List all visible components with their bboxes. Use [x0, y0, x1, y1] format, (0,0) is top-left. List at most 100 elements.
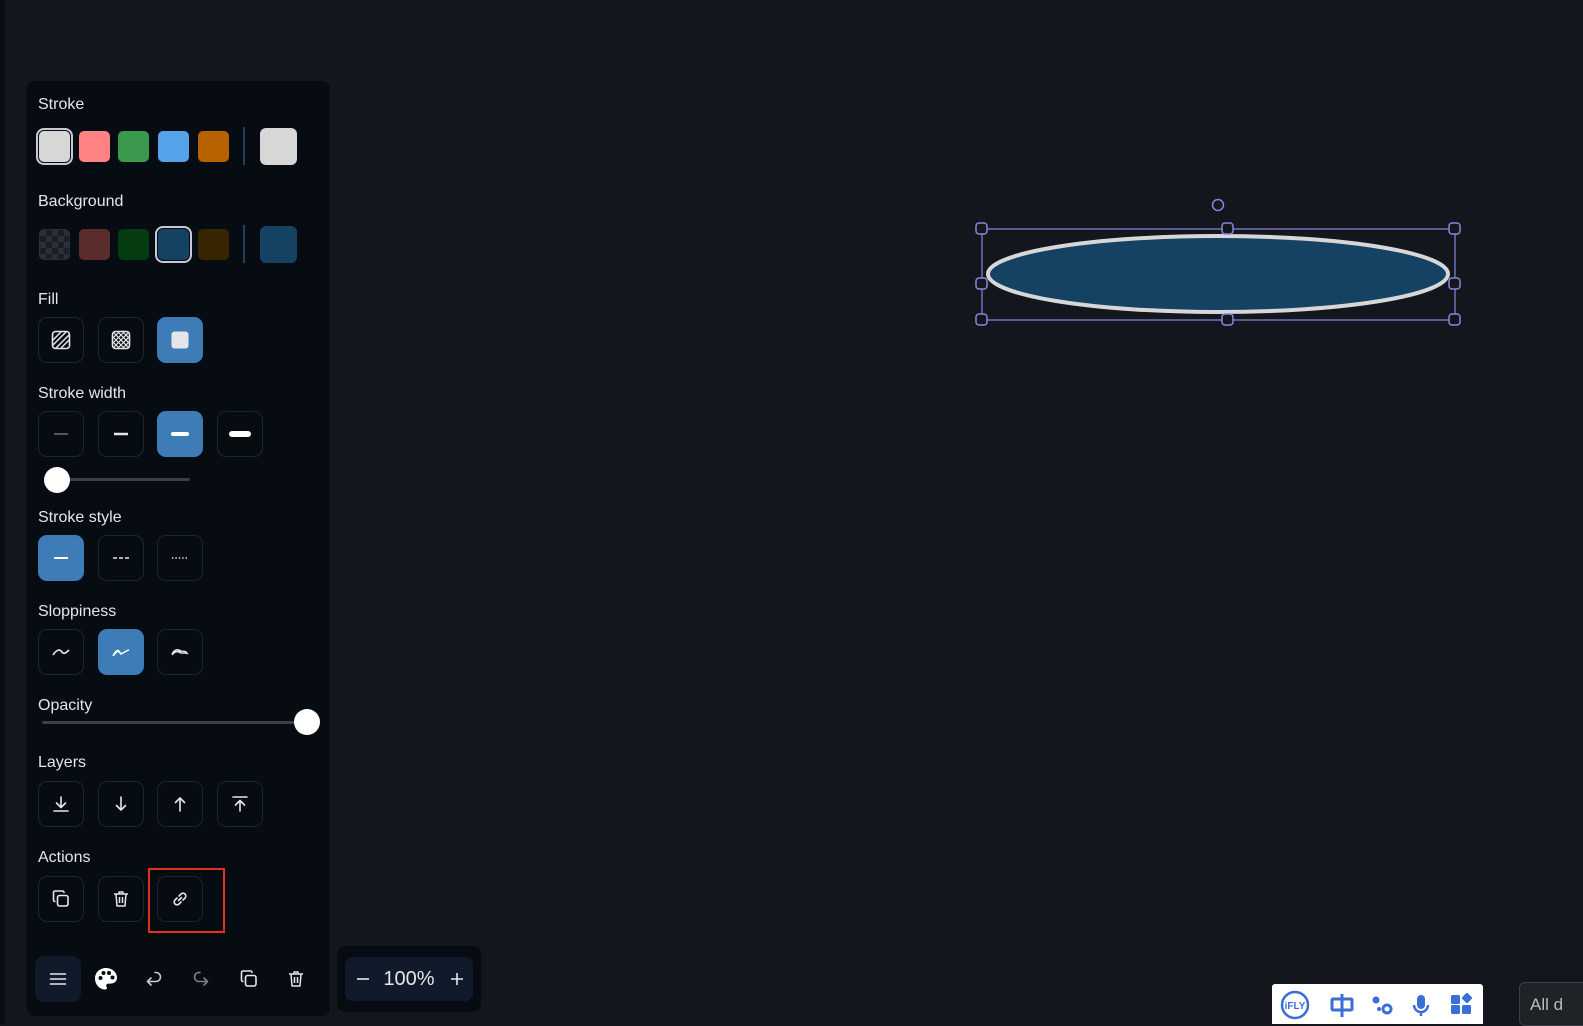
dotted-line-icon: [172, 557, 188, 559]
background-swatch-transparent[interactable]: [39, 229, 70, 260]
link-button-highlight: [148, 868, 225, 933]
stroke-style-dotted-button[interactable]: [157, 535, 203, 581]
menu-button[interactable]: [35, 956, 81, 1002]
bring-to-front-icon: [232, 796, 248, 812]
divider: [243, 225, 245, 263]
redo-button[interactable]: [178, 956, 224, 1002]
stroke-style-dashed-button[interactable]: [98, 535, 144, 581]
stroke-swatch-orange[interactable]: [198, 131, 229, 162]
duplicate-icon: [52, 890, 69, 907]
opacity-slider-track[interactable]: [42, 721, 318, 724]
bottom-toolbar: [27, 946, 330, 1012]
zoom-level[interactable]: 100%: [377, 957, 441, 1001]
ifly-logo-icon: iFLY: [1280, 990, 1310, 1020]
chinese-input-icon: [1330, 994, 1354, 1017]
stroke-width-label: Stroke width: [38, 385, 127, 402]
zoom-group: 100%: [345, 957, 473, 1001]
background-label: Background: [38, 193, 124, 210]
divider: [243, 127, 245, 165]
fill-solid-button[interactable]: [157, 317, 203, 363]
background-swatch-brown[interactable]: [198, 229, 229, 260]
extra-bold-stroke-icon: [171, 432, 189, 436]
opacity-slider-thumb[interactable]: [294, 709, 320, 735]
sloppiness-architect-button[interactable]: [38, 629, 84, 675]
solid-line-icon: [54, 557, 68, 559]
ellipse-shape: [986, 234, 1450, 314]
share-button[interactable]: [1367, 990, 1397, 1020]
toolbar-duplicate-button[interactable]: [226, 956, 272, 1002]
palette-button[interactable]: [83, 956, 129, 1002]
stroke-style-solid-button[interactable]: [38, 535, 84, 581]
plus-icon: [451, 973, 463, 985]
share-icon: [1372, 996, 1393, 1015]
artist-icon: [112, 649, 130, 657]
solid-fill-icon: [171, 331, 189, 349]
background-swatch-red[interactable]: [79, 229, 110, 260]
opacity-label: Opacity: [38, 697, 93, 714]
redo-icon: [193, 971, 209, 986]
stroke-label: Stroke: [38, 96, 85, 113]
thin-stroke-icon: [54, 433, 68, 435]
background-current-color[interactable]: [260, 226, 297, 263]
bold-stroke-icon: [114, 432, 128, 436]
chinese-input-button[interactable]: [1327, 990, 1357, 1020]
zoom-control: 100%: [337, 946, 481, 1012]
stroke-width-extra-bold-button[interactable]: [157, 411, 203, 457]
corner-tag[interactable]: All d: [1519, 982, 1583, 1026]
sloppiness-label: Sloppiness: [38, 603, 117, 620]
window-edge: [0, 0, 5, 1024]
zoom-in-button[interactable]: [443, 957, 471, 1001]
background-swatch-green[interactable]: [118, 229, 149, 260]
sloppiness-cartoonist-button[interactable]: [157, 629, 203, 675]
microphone-icon: [1412, 995, 1430, 1016]
ifly-input-bar: iFLY: [1272, 984, 1483, 1024]
delete-button[interactable]: [98, 876, 144, 922]
delete-icon: [114, 891, 128, 907]
zoom-out-button[interactable]: [349, 957, 377, 1001]
toolbar-delete-button[interactable]: [273, 956, 319, 1002]
actions-label: Actions: [38, 849, 91, 866]
fill-hachure-button[interactable]: [38, 317, 84, 363]
bring-forward-icon: [174, 797, 186, 812]
sloppiness-artist-button[interactable]: [98, 629, 144, 675]
bring-to-front-button[interactable]: [217, 781, 263, 827]
stroke-swatch-green[interactable]: [118, 131, 149, 162]
stroke-width-bold-button[interactable]: [98, 411, 144, 457]
canvas-ellipse[interactable]: [970, 195, 1470, 335]
stroke-width-custom-button[interactable]: [217, 411, 263, 457]
microphone-button[interactable]: [1406, 990, 1436, 1020]
stroke-current-color[interactable]: [260, 128, 297, 165]
layers-label: Layers: [38, 754, 87, 771]
stroke-swatch-red[interactable]: [79, 131, 110, 162]
minus-icon: [357, 978, 369, 980]
stroke-width-thin-button[interactable]: [38, 411, 84, 457]
stroke-width-slider-thumb[interactable]: [44, 467, 70, 493]
hachure-fill-icon: [51, 330, 71, 350]
apps-grid-button[interactable]: [1446, 990, 1476, 1020]
send-backward-icon: [115, 796, 127, 811]
apps-grid-icon: [1451, 992, 1473, 1014]
menu-icon: [49, 973, 67, 985]
send-backward-button[interactable]: [98, 781, 144, 827]
stroke-swatch-blue[interactable]: [158, 131, 189, 162]
ifly-logo-button[interactable]: iFLY: [1280, 990, 1310, 1020]
undo-button[interactable]: [131, 956, 177, 1002]
cross-hatch-fill-icon: [111, 330, 131, 350]
palette-icon: [95, 968, 117, 990]
fill-cross-hatch-button[interactable]: [98, 317, 144, 363]
stroke-style-label: Stroke style: [38, 509, 122, 526]
send-to-back-icon: [53, 796, 69, 812]
custom-stroke-icon: [229, 431, 251, 437]
background-swatch-blue[interactable]: [155, 226, 192, 263]
fill-label: Fill: [38, 291, 59, 308]
duplicate-button[interactable]: [38, 876, 84, 922]
cartoonist-icon: [171, 649, 189, 656]
bring-forward-button[interactable]: [157, 781, 203, 827]
dashed-line-icon: [113, 557, 129, 559]
architect-icon: [52, 649, 70, 656]
undo-icon: [146, 971, 162, 986]
rotation-handle: [1211, 198, 1225, 212]
stroke-swatch-white[interactable]: [36, 128, 73, 165]
send-to-back-button[interactable]: [38, 781, 84, 827]
svg-text:iFLY: iFLY: [1285, 1001, 1306, 1012]
